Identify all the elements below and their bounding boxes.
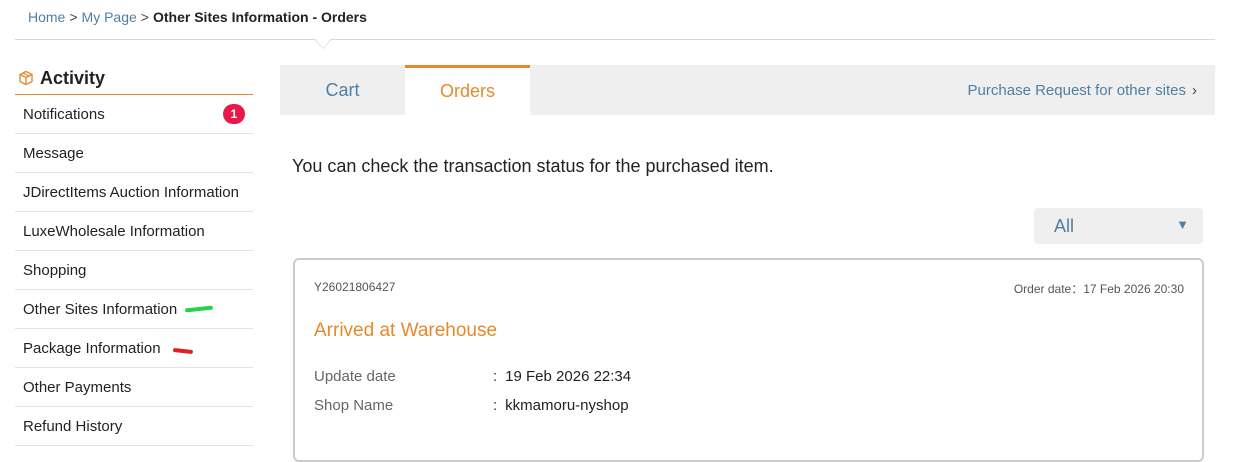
sidebar-item-label: Shopping xyxy=(23,261,87,279)
sidebar-item-label: Other Payments xyxy=(23,378,132,396)
order-date-value: 17 Feb 2026 20:30 xyxy=(1083,282,1184,296)
sidebar-item-label: JDirectItems Auction Information xyxy=(23,183,239,201)
intro-text: You can check the transaction status for… xyxy=(292,156,774,176)
sidebar-item-label: Other Sites Information xyxy=(23,300,178,318)
sidebar-item-notifications[interactable]: Notifications 1 xyxy=(15,95,253,134)
sidebar-item-message[interactable]: Message xyxy=(15,134,253,173)
sidebar-item-refund-history[interactable]: Refund History xyxy=(15,407,253,446)
sidebar-item-shopping[interactable]: Shopping xyxy=(15,251,253,290)
sidebar-item-label: Notifications xyxy=(23,105,105,123)
status-filter-select[interactable]: All ▼ xyxy=(1034,208,1203,244)
sidebar-item-luxewholesale[interactable]: LuxeWholesale Information xyxy=(15,212,253,251)
sidebar-item-label: Refund History xyxy=(23,417,123,435)
order-field-label: Update date xyxy=(314,368,396,385)
breadcrumb-separator: > xyxy=(69,9,78,25)
order-field-separator: : xyxy=(493,397,498,414)
notification-count-badge: 1 xyxy=(223,104,245,124)
header-notch-inner xyxy=(315,39,331,48)
sidebar-item-other-payments[interactable]: Other Payments xyxy=(15,368,253,407)
sidebar-header: Activity xyxy=(15,62,253,95)
sidebar-item-package[interactable]: Package Information xyxy=(15,329,253,368)
order-field-label: Shop Name xyxy=(314,397,394,414)
tab-cart[interactable]: Cart xyxy=(280,65,405,115)
dropdown-arrow-icon: ▼ xyxy=(1176,217,1189,232)
sidebar-item-jdirectitems-auction[interactable]: JDirectItems Auction Information xyxy=(15,173,253,212)
purchase-request-label: Purchase Request for other sites xyxy=(967,81,1186,99)
order-field-separator: : xyxy=(493,368,498,385)
tab-bar: Cart Orders Purchase Request for other s… xyxy=(280,65,1215,115)
sidebar-menu: Notifications 1 Message JDirectItems Auc… xyxy=(15,95,253,446)
order-field-row: Shop Name: kkmamoru-nyshop xyxy=(314,397,629,414)
order-card: Y26021806427 Order date：17 Feb 2026 20:3… xyxy=(293,258,1204,462)
order-date: Order date：17 Feb 2026 20:30 xyxy=(1014,280,1184,297)
order-id: Y26021806427 xyxy=(314,280,396,294)
red-highlight-mark xyxy=(172,347,193,355)
order-field-value: kkmamoru-nyshop xyxy=(505,397,629,414)
sidebar-item-label: Package Information xyxy=(23,339,161,357)
chevron-right-icon: › xyxy=(1192,81,1197,99)
breadcrumb-home-link[interactable]: Home xyxy=(28,9,65,25)
package-box-icon xyxy=(18,70,34,86)
order-date-separator: ： xyxy=(1071,282,1084,296)
header-divider xyxy=(15,39,1215,40)
breadcrumb-current: Other Sites Information - Orders xyxy=(152,9,367,25)
sidebar-item-label: LuxeWholesale Information xyxy=(23,222,205,240)
breadcrumb: Home > My Page > Other Sites Information - O… xyxy=(28,9,367,25)
tab-orders[interactable]: Orders xyxy=(405,65,530,115)
sidebar-title: Activity xyxy=(40,67,106,88)
breadcrumb-mypage-link[interactable]: My Page xyxy=(82,9,137,25)
purchase-request-link[interactable]: Purchase Request for other sites › xyxy=(968,65,1197,115)
order-status: Arrived at Warehouse xyxy=(314,320,498,341)
sidebar-item-other-sites[interactable]: Other Sites Information xyxy=(15,290,253,329)
green-highlight-mark xyxy=(185,305,214,313)
order-field-row: Update date:19 Feb 2026 22:34 xyxy=(314,368,631,385)
status-filter-value: All xyxy=(1054,215,1075,236)
sidebar: Activity Notifications 1 Message JDirect… xyxy=(15,62,253,446)
breadcrumb-separator: > xyxy=(140,9,149,25)
sidebar-item-label: Message xyxy=(23,144,84,162)
order-date-label: Order date xyxy=(1013,282,1072,296)
order-field-value: 19 Feb 2026 22:34 xyxy=(505,368,632,385)
